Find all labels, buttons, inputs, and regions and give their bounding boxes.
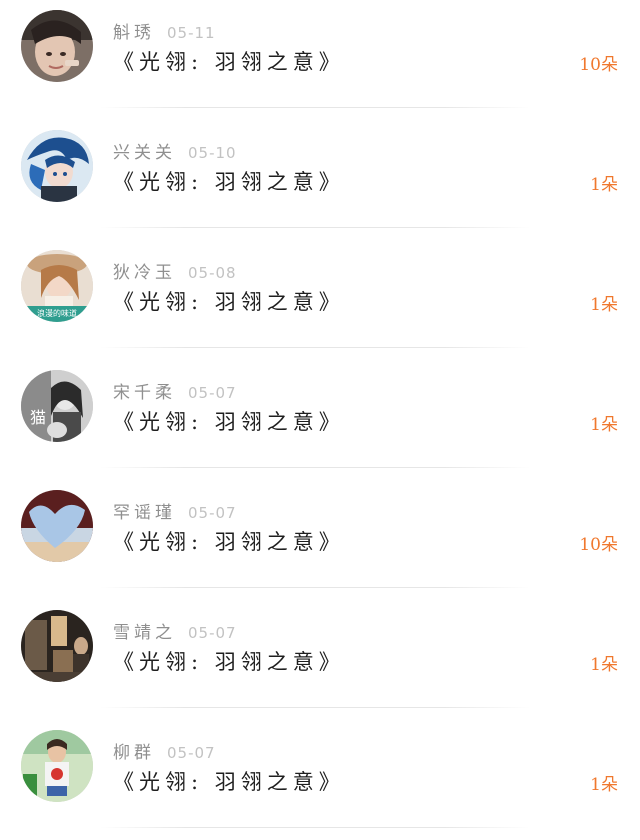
divider bbox=[100, 707, 530, 708]
gift-date: 05-11 bbox=[167, 24, 216, 42]
divider bbox=[100, 347, 530, 348]
gift-count: 1朵 bbox=[590, 295, 618, 315]
gift-count: 10朵 bbox=[579, 535, 618, 555]
gift-date: 05-10 bbox=[188, 144, 237, 162]
gift-date: 05-07 bbox=[188, 624, 237, 642]
gift-title: 《光翎: 羽翎之意》 bbox=[113, 530, 345, 554]
sender-name: 狄冷玉 05-08 bbox=[113, 263, 237, 283]
avatar[interactable]: 猫 bbox=[21, 370, 93, 442]
gift-count: 10朵 bbox=[579, 55, 618, 75]
gift-count: 1朵 bbox=[590, 175, 618, 195]
avatar[interactable] bbox=[21, 490, 93, 562]
list-item[interactable]: 罕谣瑾 05-07 《光翎: 羽翎之意》 10朵 bbox=[0, 480, 640, 600]
divider bbox=[100, 227, 530, 228]
avatar[interactable] bbox=[21, 10, 93, 82]
gift-date: 05-07 bbox=[167, 744, 216, 762]
list-item[interactable]: 雪靖之 05-07 《光翎: 羽翎之意》 1朵 bbox=[0, 600, 640, 720]
gift-title: 《光翎: 羽翎之意》 bbox=[113, 170, 345, 194]
list-item[interactable]: 猫 宋千柔 05-07 《光翎: 羽翎之意》 1朵 bbox=[0, 360, 640, 480]
list-item[interactable]: 柳群 05-07 《光翎: 羽翎之意》 1朵 bbox=[0, 720, 640, 840]
sender-name: 斛琇 05-11 bbox=[113, 23, 216, 43]
avatar[interactable] bbox=[21, 730, 93, 802]
gift-title: 《光翎: 羽翎之意》 bbox=[113, 290, 345, 314]
avatar[interactable] bbox=[21, 130, 93, 202]
avatar[interactable] bbox=[21, 610, 93, 682]
list-item[interactable]: 浪漫的味道 狄冷玉 05-08 《光翎: 羽翎之意》 1朵 bbox=[0, 240, 640, 360]
list-item[interactable]: 兴关关 05-10 《光翎: 羽翎之意》 1朵 bbox=[0, 120, 640, 240]
gift-count: 1朵 bbox=[590, 775, 618, 795]
list-item[interactable]: 斛琇 05-11 《光翎: 羽翎之意》 10朵 bbox=[0, 0, 640, 120]
gift-title: 《光翎: 羽翎之意》 bbox=[113, 50, 345, 74]
divider bbox=[100, 467, 530, 468]
gift-date: 05-07 bbox=[188, 384, 237, 402]
sender-name: 兴关关 05-10 bbox=[113, 143, 237, 163]
divider bbox=[100, 587, 530, 588]
gift-title: 《光翎: 羽翎之意》 bbox=[113, 410, 345, 434]
gift-date: 05-07 bbox=[188, 504, 237, 522]
sender-name: 罕谣瑾 05-07 bbox=[113, 503, 237, 523]
gift-count: 1朵 bbox=[590, 655, 618, 675]
gift-date: 05-08 bbox=[188, 264, 237, 282]
avatar[interactable]: 浪漫的味道 bbox=[21, 250, 93, 322]
avatar-caption: 浪漫的味道 bbox=[37, 309, 77, 318]
divider bbox=[100, 107, 530, 108]
avatar-caption: 猫 bbox=[30, 408, 47, 427]
sender-name: 宋千柔 05-07 bbox=[113, 383, 237, 403]
gift-title: 《光翎: 羽翎之意》 bbox=[113, 770, 345, 794]
gift-count: 1朵 bbox=[590, 415, 618, 435]
sender-name: 雪靖之 05-07 bbox=[113, 623, 237, 643]
sender-name: 柳群 05-07 bbox=[113, 743, 216, 763]
gift-title: 《光翎: 羽翎之意》 bbox=[113, 650, 345, 674]
